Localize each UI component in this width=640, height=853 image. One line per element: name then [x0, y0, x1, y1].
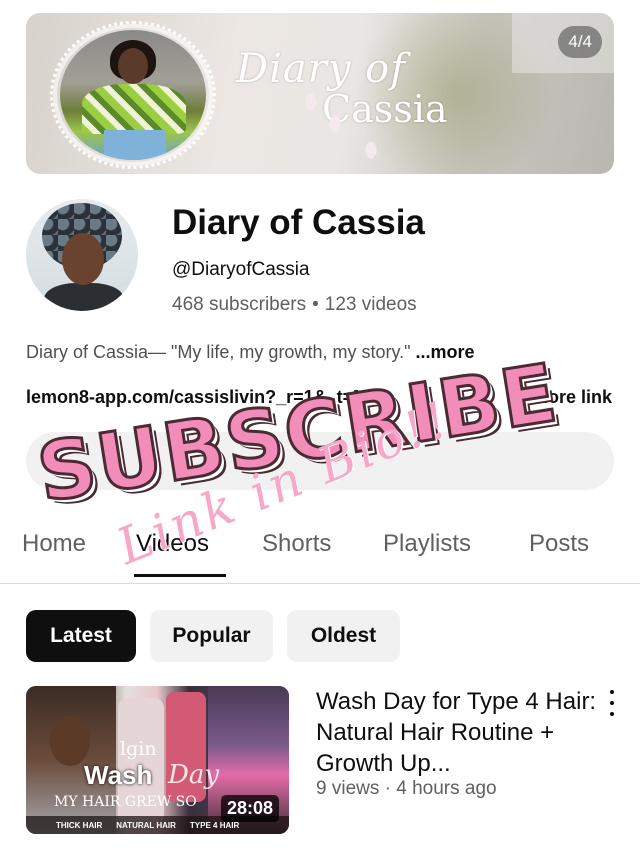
tab-posts[interactable]: Posts [529, 530, 589, 558]
channel-tabs: Home Videos Shorts Playlists Posts [0, 528, 640, 578]
filter-chip-oldest[interactable]: Oldest [287, 610, 400, 662]
video-count: 123 videos [324, 294, 417, 315]
banner-ring [50, 21, 216, 169]
thumb-wash-text: Wash [84, 760, 153, 790]
stats-separator: • [312, 294, 319, 315]
more-vert-icon[interactable] [606, 690, 618, 716]
thumb-tag: THICK HAIR [56, 820, 103, 830]
thumb-face [50, 716, 90, 766]
filter-chip-popular[interactable]: Popular [150, 610, 273, 662]
image-counter-badge: 4/4 [558, 26, 602, 58]
tab-home[interactable]: Home [22, 530, 86, 558]
thumb-day-text: Day [168, 760, 220, 790]
thumb-tag: NATURAL HAIR [116, 820, 176, 830]
filter-chip-latest[interactable]: Latest [26, 610, 136, 662]
video-thumbnail[interactable]: lgin Wash Day MY HAIR GREW SO THICK HAIR… [26, 686, 289, 834]
petal-decoration [301, 92, 321, 112]
avatar-face [62, 233, 104, 285]
subscriber-count: 468 subscribers [172, 294, 307, 315]
banner-script-title: Diary of [236, 46, 407, 92]
channel-banner[interactable]: Diary of Cassia 4/4 [26, 13, 614, 174]
channel-stats: 468 subscribers • 123 videos [172, 294, 417, 316]
channel-avatar[interactable] [26, 199, 138, 311]
active-tab-indicator [134, 574, 226, 577]
video-title[interactable]: Wash Day for Type 4 Hair: Natural Hair R… [316, 686, 601, 779]
channel-handle: @DiaryofCassia [172, 259, 310, 280]
video-meta: 9 views · 4 hours ago [316, 778, 497, 799]
tab-shorts[interactable]: Shorts [262, 530, 331, 558]
avatar-body [44, 283, 124, 311]
tabs-divider [0, 583, 640, 584]
channel-name: Diary of Cassia [172, 203, 425, 242]
video-duration: 28:08 [220, 795, 279, 822]
tab-playlists[interactable]: Playlists [383, 530, 471, 558]
description-text: Diary of Cassia— "My life, my growth, my… [26, 342, 411, 362]
channel-description[interactable]: Diary of Cassia— "My life, my growth, my… [26, 342, 475, 363]
thumb-grew-text: MY HAIR GREW SO [54, 794, 197, 810]
thumb-brand-text: lgin [120, 738, 157, 760]
